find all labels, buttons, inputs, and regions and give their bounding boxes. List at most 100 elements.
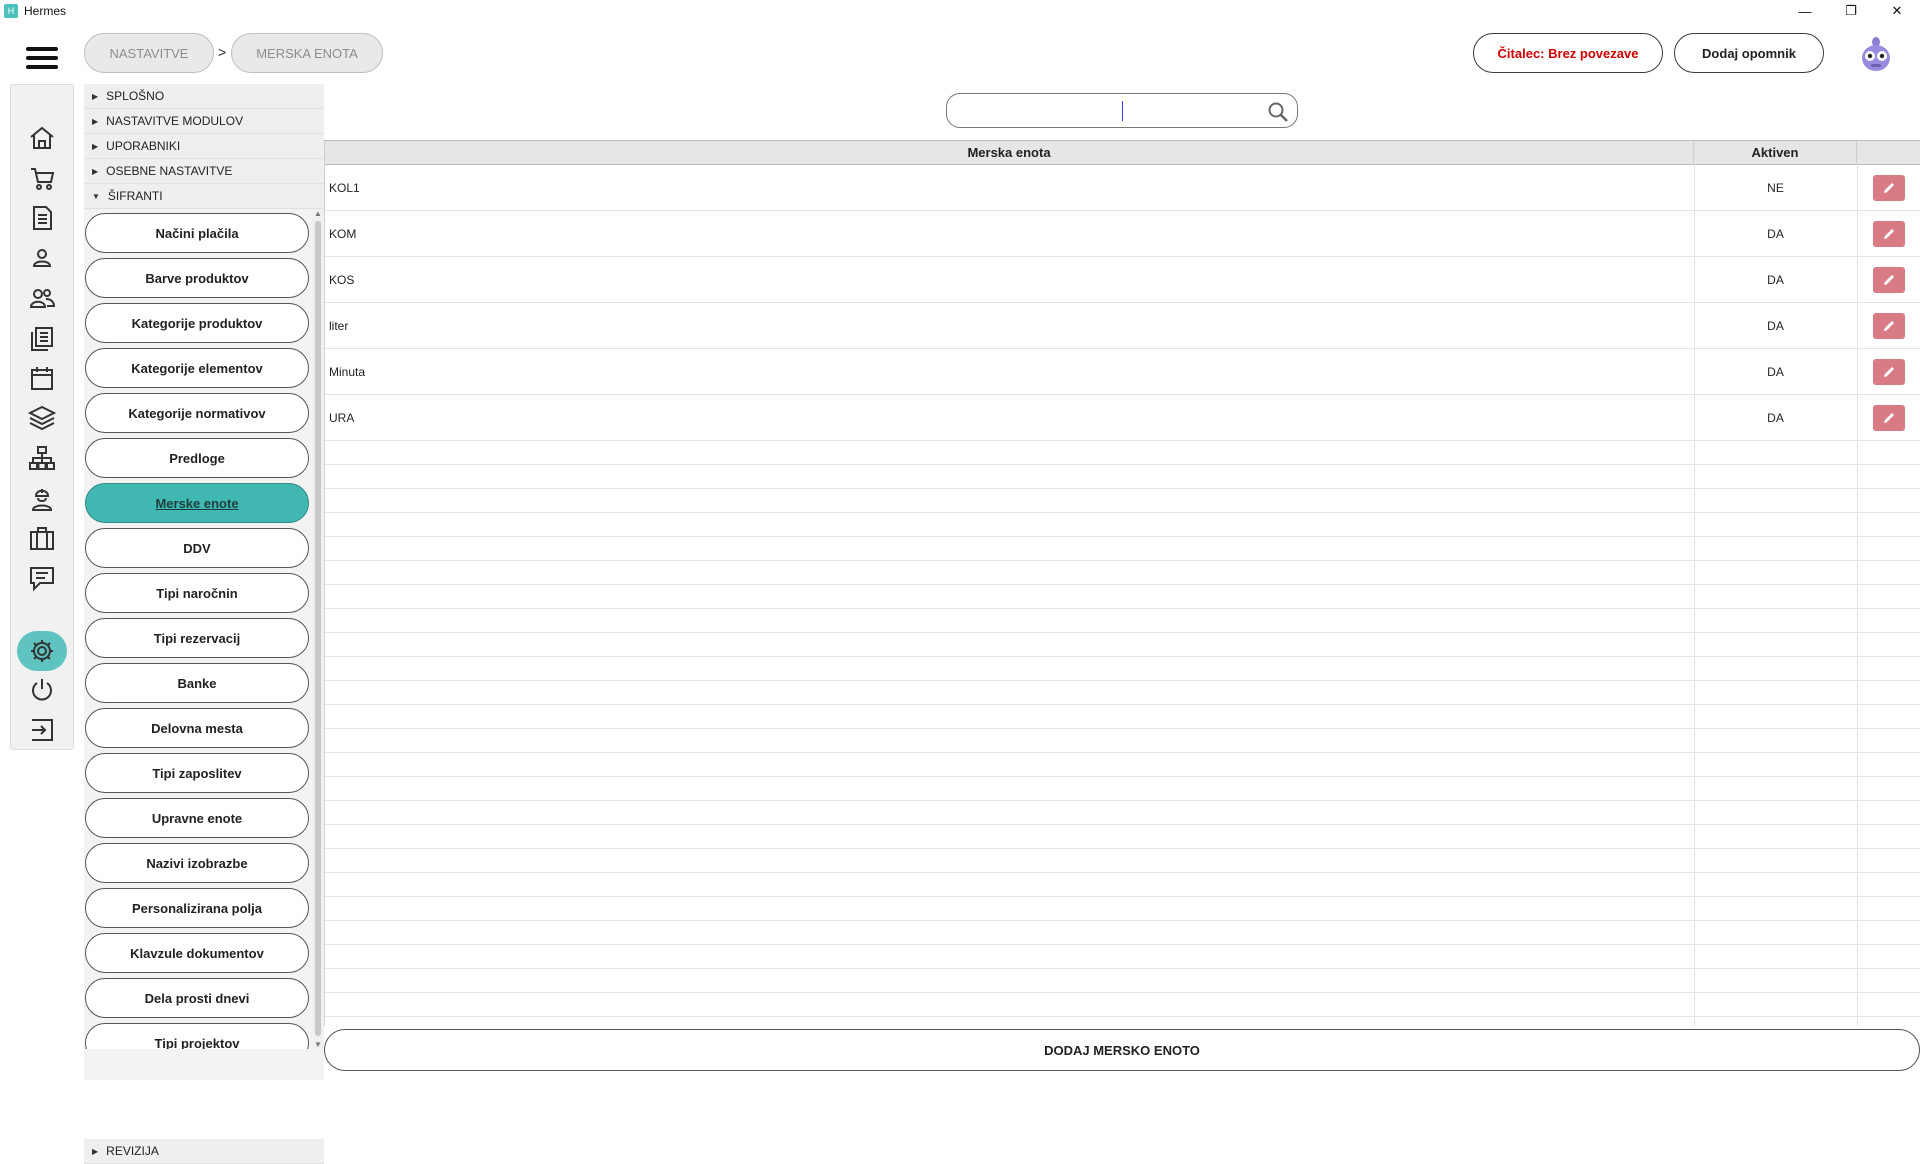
main-nav-rail [10,84,74,750]
codebook-item[interactable]: DDV [85,528,309,568]
edit-button[interactable] [1873,175,1905,201]
empty-row [325,873,1920,897]
codebook-item[interactable]: Nazivi izobrazbe [85,843,309,883]
person-icon[interactable] [25,241,59,275]
codebook-item[interactable]: Kategorije produktov [85,303,309,343]
expand-arrow-icon: ▶ [92,141,99,151]
breadcrumb-settings[interactable]: NASTAVITVE [84,33,214,73]
table-row[interactable]: KOM DA [325,211,1920,257]
network-icon[interactable] [25,441,59,475]
empty-row [325,825,1920,849]
scroll-down-icon[interactable]: ▼ [314,1040,322,1049]
codebook-item[interactable]: Tipi zaposlitev [85,753,309,793]
empty-row [325,513,1920,537]
search-input[interactable] [963,100,1253,122]
section-audit[interactable]: ▶ REVIZIJA [84,1139,324,1164]
codebook-item-active[interactable]: Merske enote [85,483,309,523]
codebook-item[interactable]: Klavzule dokumentov [85,933,309,973]
invoice-icon[interactable] [25,201,59,235]
pencil-icon [1884,275,1894,285]
cart-icon[interactable] [25,161,59,195]
empty-row [325,993,1920,1017]
section-module-settings[interactable]: ▶ NASTAVITVE MODULOV [84,109,324,134]
scroll-up-icon[interactable]: ▲ [314,209,322,218]
empty-row [325,801,1920,825]
documents-icon[interactable] [25,321,59,355]
column-header-unit[interactable]: Merska enota [325,141,1694,165]
codebook-item[interactable]: Dela prosti dnevi [85,978,309,1018]
active-cell: DA [1767,364,1784,379]
scroll-thumb[interactable] [315,221,321,1036]
unit-name-cell: KOM [329,226,357,241]
settings-icon[interactable] [17,631,67,671]
collapse-arrow-icon: ▼ [92,191,100,201]
unit-name-cell: liter [329,318,349,333]
empty-row [325,729,1920,753]
codebook-scrollbar[interactable]: ▲ ▼ [313,209,323,1049]
close-button[interactable]: ✕ [1874,0,1920,22]
breadcrumb-unit[interactable]: MERSKA ENOTA [231,33,383,73]
edit-button[interactable] [1873,221,1905,247]
add-unit-button[interactable]: DODAJ MERSKO ENOTO [324,1029,1920,1071]
logout-icon[interactable] [25,713,59,747]
section-codebooks[interactable]: ▼ ŠIFRANTI [84,184,324,209]
table-row[interactable]: Minuta DA [325,349,1920,395]
restore-button[interactable]: ❐ [1828,0,1874,22]
table-row[interactable]: liter DA [325,303,1920,349]
unit-name-cell: KOS [329,272,355,287]
codebook-item[interactable]: Personalizirana polja [85,888,309,928]
breadcrumb-separator: > [218,44,227,60]
empty-row [325,489,1920,513]
table-row[interactable]: KOL1 NE [325,165,1920,211]
empty-row [325,921,1920,945]
codebook-item[interactable]: Upravne enote [85,798,309,838]
title-bar: H Hermes — ❐ ✕ [0,0,1920,22]
menu-icon[interactable] [26,47,58,69]
search-icon[interactable] [1267,101,1289,123]
edit-button[interactable] [1873,405,1905,431]
active-cell: DA [1767,318,1784,333]
empty-row [325,777,1920,801]
codebook-item[interactable]: Kategorije elementov [85,348,309,388]
codebook-item[interactable]: Predloge [85,438,309,478]
minimize-button[interactable]: — [1782,0,1828,22]
power-icon[interactable] [25,673,59,707]
codebook-item[interactable]: Banke [85,663,309,703]
people-icon[interactable] [25,281,59,315]
pencil-icon [1884,229,1894,239]
section-general[interactable]: ▶ SPLOŠNO [84,84,324,109]
expand-arrow-icon: ▶ [92,1146,99,1156]
section-users[interactable]: ▶ UPORABNIKI [84,134,324,159]
empty-row [325,633,1920,657]
calendar-icon[interactable] [25,361,59,395]
expand-arrow-icon: ▶ [92,166,99,176]
codebook-item[interactable]: Tipi projektov [85,1023,309,1049]
section-personal-settings[interactable]: ▶ OSEBNE NASTAVITVE [84,159,324,184]
chat-icon[interactable] [25,561,59,595]
codebook-item[interactable]: Tipi naročnin [85,573,309,613]
table-row[interactable]: URA DA [325,395,1920,441]
briefcase-icon[interactable] [25,521,59,555]
empty-row [325,849,1920,873]
codebook-item[interactable]: Tipi rezervacij [85,618,309,658]
empty-row [325,753,1920,777]
worker-icon[interactable] [25,481,59,515]
edit-button[interactable] [1873,313,1905,339]
empty-row [325,897,1920,921]
home-icon[interactable] [25,121,59,155]
codebook-item[interactable]: Kategorije normativov [85,393,309,433]
codebook-item[interactable]: Načini plačila [85,213,309,253]
reader-status-button[interactable]: Čitalec: Brez povezave [1473,33,1663,73]
edit-button[interactable] [1873,267,1905,293]
codebook-item[interactable]: Delovna mesta [85,708,309,748]
layers-icon[interactable] [25,401,59,435]
edit-button[interactable] [1873,359,1905,385]
avatar[interactable] [1858,34,1894,72]
expand-arrow-icon: ▶ [92,91,99,101]
codebook-item[interactable]: Barve produktov [85,258,309,298]
active-cell: DA [1767,272,1784,287]
add-reminder-button[interactable]: Dodaj opomnik [1674,33,1824,73]
table-row[interactable]: KOS DA [325,257,1920,303]
column-header-active[interactable]: Aktiven [1694,141,1857,165]
empty-row [325,657,1920,681]
